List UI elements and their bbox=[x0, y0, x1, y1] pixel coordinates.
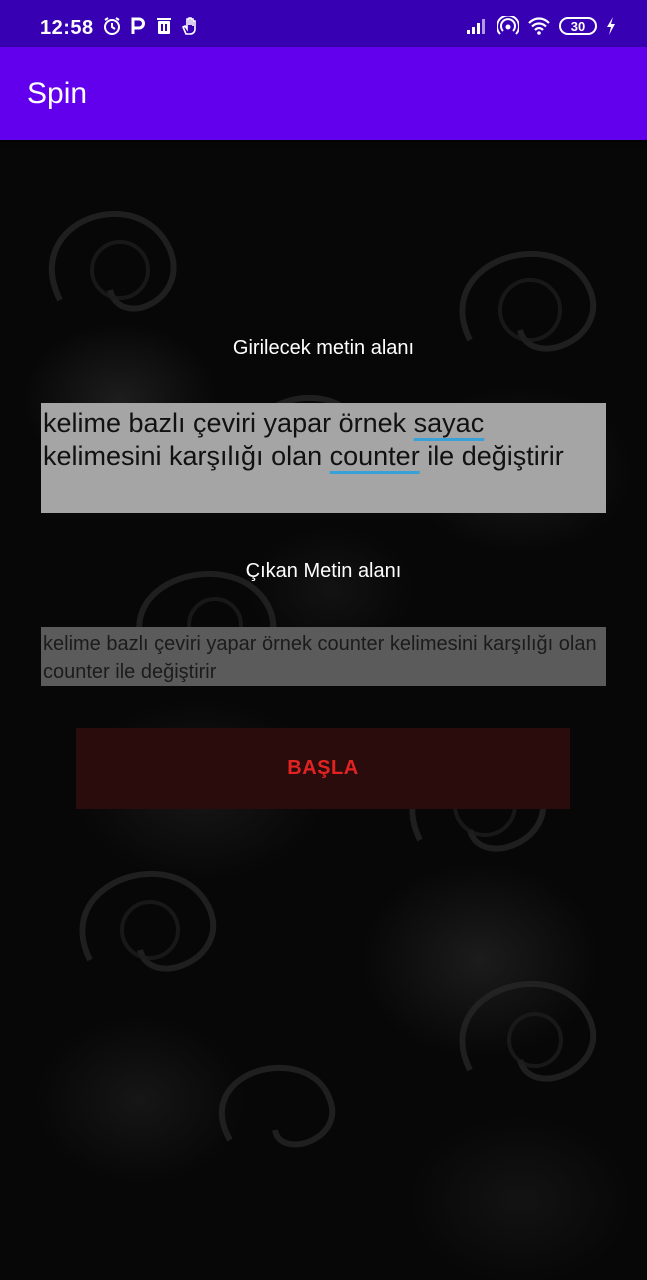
output-label: Çıkan Metin alanı bbox=[245, 560, 402, 582]
input-text-part: kelimesini karşılığı olan bbox=[43, 441, 330, 471]
input-text-field[interactable]: kelime bazlı çeviri yapar örnek sayac ke… bbox=[41, 403, 606, 513]
app-title: Spin bbox=[27, 77, 88, 110]
input-text-part: kelime bazlı çeviri yapar örnek bbox=[43, 408, 414, 438]
status-time: 12:58 bbox=[40, 17, 94, 39]
system-icons: 30 bbox=[465, 16, 617, 36]
input-spellcheck-word: sayac bbox=[413, 408, 485, 438]
p-icon bbox=[131, 17, 145, 34]
hotspot-icon bbox=[497, 16, 519, 35]
input-text-part: ile değiştirir bbox=[419, 441, 564, 471]
status-bar: 12:58 30 bbox=[0, 0, 647, 47]
app-bar: Spin bbox=[0, 47, 647, 140]
output-text-field: kelime bazlı çeviri yapar örnek counter … bbox=[41, 627, 606, 686]
app-screen: 12:58 30 Spin Girilecek metin alanı keli… bbox=[0, 0, 647, 1280]
input-spellcheck-word: counter bbox=[329, 441, 420, 471]
alarm-icon bbox=[104, 17, 120, 35]
battery-icon: 30 bbox=[559, 17, 597, 35]
charging-icon bbox=[607, 17, 615, 35]
hand-icon bbox=[181, 17, 196, 35]
notification-icons bbox=[102, 16, 200, 36]
wifi-icon bbox=[528, 17, 550, 35]
damask-background bbox=[0, 140, 647, 1280]
trash-icon bbox=[157, 18, 171, 34]
start-button[interactable]: BAŞLA bbox=[76, 728, 570, 809]
input-label: Girilecek metin alanı bbox=[232, 337, 415, 359]
signal-icon bbox=[467, 19, 485, 34]
